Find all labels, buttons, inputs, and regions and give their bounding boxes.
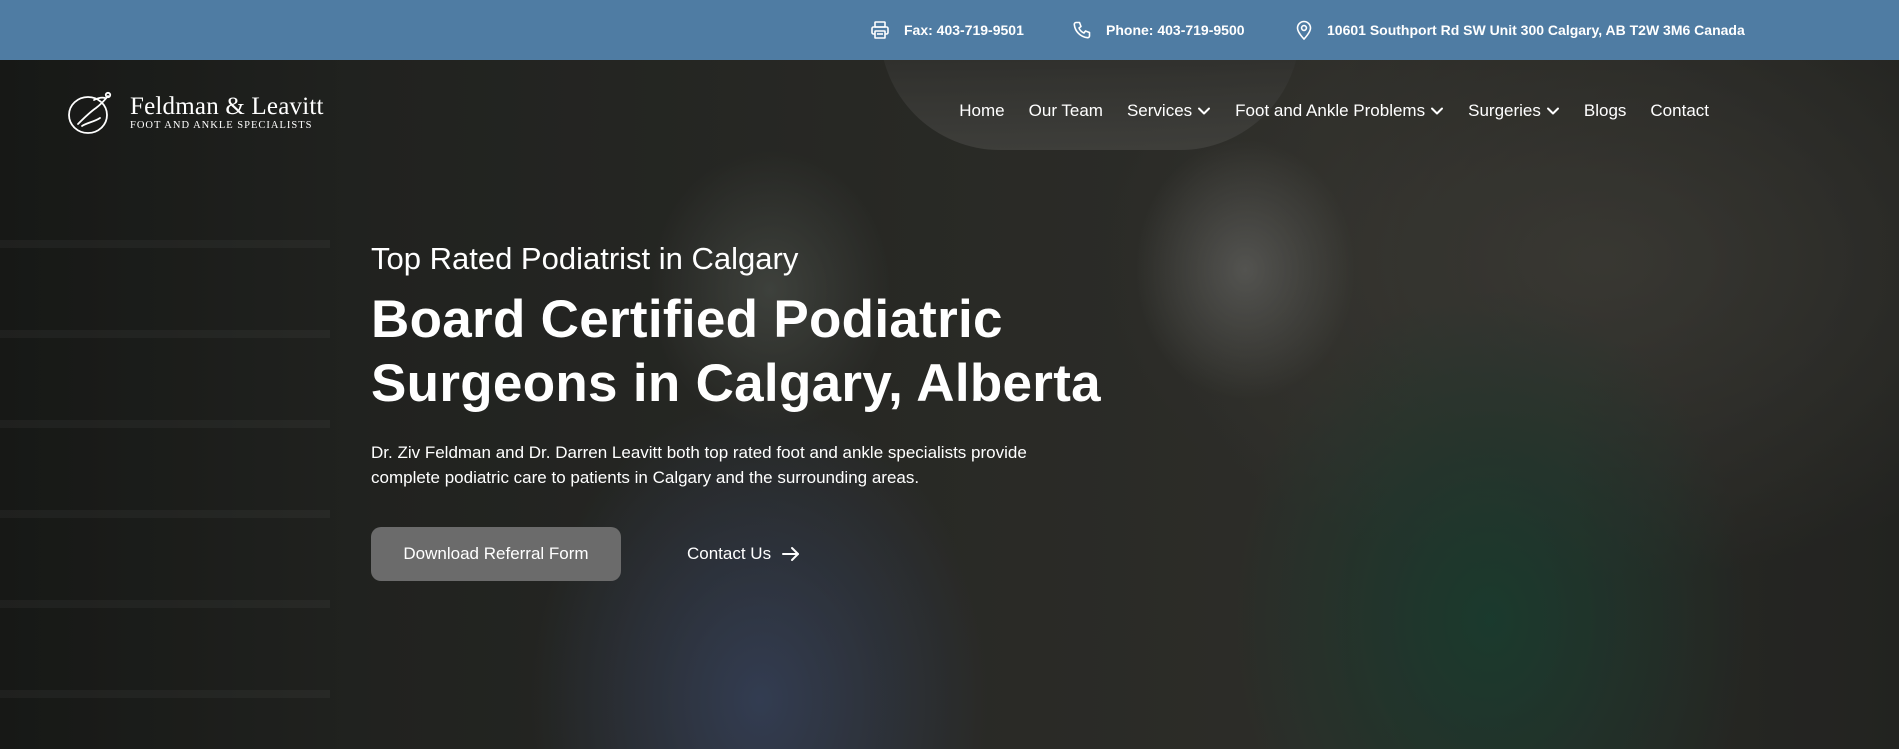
phone-icon — [1072, 20, 1092, 40]
hero-headline-line-1: Board Certified Podiatric — [371, 290, 1003, 349]
hero-description: Dr. Ziv Feldman and Dr. Darren Leavitt b… — [371, 440, 1091, 490]
nav-item-contact[interactable]: Contact — [1650, 101, 1709, 121]
nav-item-surgeries[interactable]: Surgeries — [1468, 101, 1560, 121]
main-navigation: Home Our Team Services Foot and Ankle Pr… — [900, 98, 1709, 124]
contact-us-label: Contact Us — [687, 544, 772, 563]
hero-description-line-2: complete podiatric care to patients in C… — [371, 468, 920, 487]
nav-item-label: Surgeries — [1468, 101, 1541, 120]
printer-icon — [870, 20, 890, 40]
nav-item-label: Our Team — [1028, 101, 1103, 120]
chevron-down-icon — [1197, 106, 1211, 116]
hero-description-line-1: Dr. Ziv Feldman and Dr. Darren Leavitt b… — [371, 443, 1027, 462]
nav-item-services[interactable]: Services — [1127, 101, 1211, 121]
nav-item-label: Services — [1126, 101, 1193, 120]
nav-item-blogs[interactable]: Blogs — [1584, 101, 1627, 121]
nav-item-our-team[interactable]: Our Team — [1029, 101, 1103, 121]
hero-actions: Download Referral Form Contact Us — [371, 527, 801, 581]
hero-content: Top Rated Podiatrist in Calgary Board Ce… — [371, 240, 1171, 490]
logo-tagline: FOOT AND ANKLE SPECIALISTS — [130, 120, 313, 132]
contact-us-link[interactable]: Contact Us — [687, 544, 801, 564]
nav-item-label: Blogs — [1583, 101, 1627, 120]
nav-item-home[interactable]: Home — [959, 101, 1004, 121]
foot-logo-icon — [64, 88, 120, 138]
fax-info[interactable]: Fax: 403-719-9501 — [870, 0, 1024, 60]
hero-eyebrow: Top Rated Podiatrist in Calgary — [371, 241, 799, 276]
nav-item-label: Home — [959, 101, 1005, 120]
fax-text: Fax: 403-719-9501 — [904, 22, 1024, 38]
hero-headline: Board Certified Podiatric Surgeons in Ca… — [371, 288, 1171, 416]
hero-headline-line-2: Surgeons in Calgary, Alberta — [371, 354, 1101, 413]
nav-item-label: Foot and Ankle Problems — [1235, 101, 1426, 120]
chevron-down-icon — [1430, 106, 1444, 116]
address-text: 10601 Southport Rd SW Unit 300 Calgary, … — [1327, 22, 1745, 38]
address-info[interactable]: 10601 Southport Rd SW Unit 300 Calgary, … — [1295, 0, 1745, 60]
logo-name: Feldman & Leavitt — [130, 93, 324, 121]
nav-item-label: Contact — [1650, 101, 1709, 120]
nav-item-foot-and-ankle-problems[interactable]: Foot and Ankle Problems — [1235, 101, 1444, 121]
page: Fax: 403-719-9501 Phone: 403-719-9500 10… — [0, 0, 1899, 749]
logo-text: Feldman & Leavitt FOOT AND ANKLE SPECIAL… — [130, 94, 324, 132]
top-info-bar: Fax: 403-719-9501 Phone: 403-719-9500 10… — [0, 0, 1899, 60]
phone-info[interactable]: Phone: 403-719-9500 — [1072, 0, 1245, 60]
site-logo[interactable]: Feldman & Leavitt FOOT AND ANKLE SPECIAL… — [64, 88, 334, 138]
chevron-down-icon — [1546, 106, 1560, 116]
download-referral-form-button[interactable]: Download Referral Form — [371, 527, 621, 581]
arrow-right-icon — [781, 546, 801, 562]
phone-text: Phone: 403-719-9500 — [1106, 22, 1245, 38]
location-pin-icon — [1295, 20, 1313, 40]
